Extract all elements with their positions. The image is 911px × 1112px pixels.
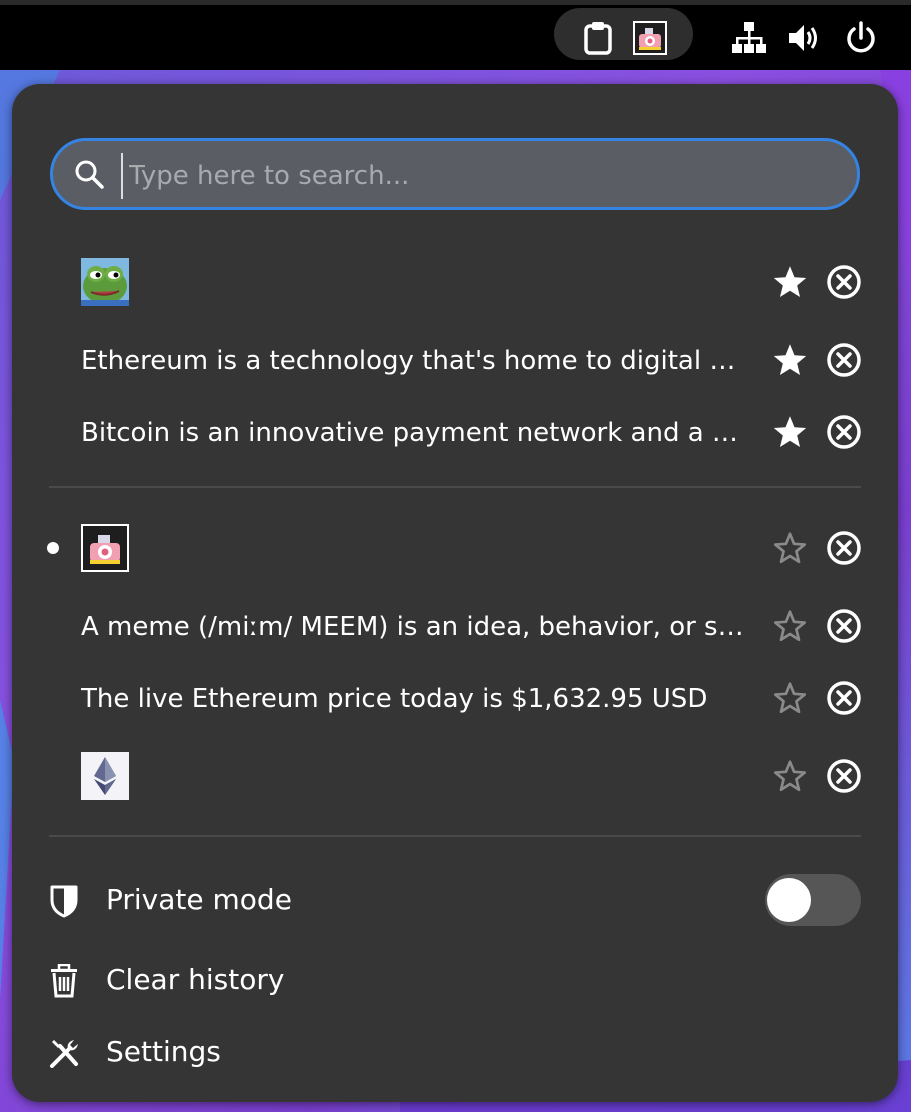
- settings-label: Settings: [106, 1035, 221, 1068]
- search-input[interactable]: [121, 153, 831, 199]
- star-outline-icon[interactable]: [772, 680, 808, 720]
- camera-sticker-thumbnail: [81, 524, 129, 572]
- camera-sticker-icon[interactable]: [633, 21, 667, 55]
- clipboard-indicator[interactable]: [554, 8, 693, 60]
- private-mode-label: Private mode: [106, 883, 292, 916]
- clear-history-label: Clear history: [106, 963, 285, 996]
- star-outline-icon[interactable]: [772, 530, 808, 570]
- ethereum-logo-thumbnail: [81, 752, 129, 800]
- history-item-text: A meme (/miːm/ MEEM) is an idea, behavio…: [81, 612, 753, 642]
- remove-icon[interactable]: [826, 414, 862, 454]
- current-item-indicator: [47, 542, 59, 554]
- history-item-text: Bitcoin is an innovative payment network…: [81, 418, 753, 448]
- remove-icon[interactable]: [826, 342, 862, 382]
- top-bar: [0, 0, 911, 70]
- search-box[interactable]: [50, 138, 860, 210]
- search-icon: [73, 158, 105, 194]
- trash-icon: [50, 963, 78, 1002]
- network-icon[interactable]: [730, 20, 768, 56]
- star-icon[interactable]: [772, 264, 808, 304]
- settings-tools-icon: [48, 1036, 82, 1074]
- history-item-text: Ethereum is a technology that's home to …: [81, 346, 753, 376]
- star-outline-icon[interactable]: [772, 608, 808, 648]
- remove-icon[interactable]: [826, 758, 862, 798]
- volume-icon[interactable]: [786, 20, 824, 56]
- star-icon[interactable]: [772, 414, 808, 454]
- toggle-knob: [767, 878, 811, 922]
- divider: [49, 835, 861, 837]
- divider: [49, 486, 861, 488]
- private-mode-toggle[interactable]: [765, 874, 861, 926]
- remove-icon[interactable]: [826, 264, 862, 304]
- shield-icon: [49, 884, 79, 922]
- pepe-frog-thumbnail: [81, 258, 129, 306]
- remove-icon[interactable]: [826, 608, 862, 648]
- history-item-text: The live Ethereum price today is $1,632.…: [81, 684, 708, 714]
- star-outline-icon[interactable]: [772, 758, 808, 798]
- remove-icon[interactable]: [826, 530, 862, 570]
- clipboard-popup: [12, 84, 898, 1102]
- remove-icon[interactable]: [826, 680, 862, 720]
- star-icon[interactable]: [772, 342, 808, 382]
- clipboard-icon[interactable]: [582, 20, 614, 56]
- power-icon[interactable]: [844, 20, 878, 56]
